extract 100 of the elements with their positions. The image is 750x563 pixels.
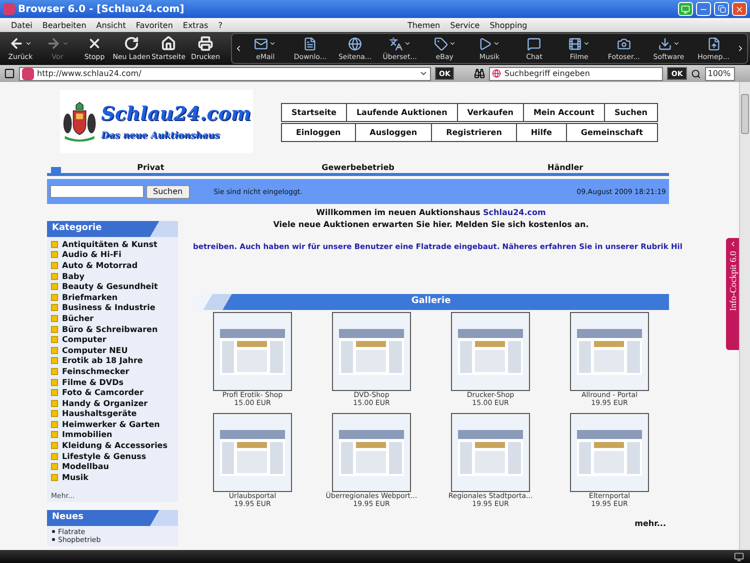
- thumbnail-frame[interactable]: [213, 413, 292, 492]
- thumbnail-frame[interactable]: [570, 413, 649, 492]
- category-link[interactable]: Audio & Hi-Fi: [51, 250, 174, 260]
- website-thumbnail[interactable]: [220, 328, 285, 374]
- search-field[interactable]: Suchbegriff eingeben: [489, 66, 664, 80]
- nav-link[interactable]: Hilfe: [516, 123, 567, 142]
- reload-icon: [124, 36, 139, 51]
- minimize-button[interactable]: [696, 2, 711, 16]
- nav-link[interactable]: Gemeinschaft: [566, 123, 658, 142]
- menu-item[interactable]: Extras: [178, 20, 214, 30]
- side-tab[interactable]: Info-Cockpit 6.0: [726, 238, 739, 350]
- thumbnail-frame[interactable]: [332, 413, 411, 492]
- category-link[interactable]: Computer NEU: [51, 344, 174, 356]
- nav-link[interactable]: Registrieren: [431, 123, 517, 142]
- section-link[interactable]: Gewerbebetrieb: [254, 163, 462, 173]
- thumbnail-frame[interactable]: [570, 312, 649, 391]
- caret-icon: [25, 40, 32, 47]
- website-thumbnail[interactable]: [458, 328, 523, 374]
- search-input[interactable]: Suchbegriff eingeben: [504, 69, 660, 78]
- category-link[interactable]: Musik: [51, 472, 174, 483]
- category-link[interactable]: Briefmarken: [51, 292, 174, 303]
- website-thumbnail[interactable]: [577, 430, 642, 476]
- menu-item[interactable]: Favoriten: [130, 20, 178, 30]
- section-link[interactable]: Privat: [47, 163, 254, 173]
- category-link[interactable]: Auto & Motorrad: [51, 260, 174, 271]
- document-icon: [303, 36, 318, 50]
- category-link[interactable]: Baby: [51, 270, 174, 282]
- category-link[interactable]: Heimwerker & Garten: [51, 419, 174, 430]
- site-icon: [22, 68, 34, 80]
- website-thumbnail[interactable]: [458, 430, 523, 476]
- monitor-button[interactable]: [678, 2, 693, 16]
- film-icon: [568, 36, 582, 50]
- category-link[interactable]: Antiquitäten & Kunst: [51, 239, 174, 250]
- translate-icon: [388, 36, 403, 50]
- site-link[interactable]: Schlau24.com: [483, 208, 546, 217]
- nav-link[interactable]: Einloggen: [281, 123, 356, 142]
- scroll-left-icon[interactable]: [234, 44, 243, 53]
- scrollbar[interactable]: [739, 82, 750, 550]
- document-upload-icon: [706, 36, 721, 50]
- category-link[interactable]: Filme & DVDs: [51, 376, 174, 388]
- search-icon[interactable]: [690, 68, 701, 78]
- forward-arrow-icon: [46, 36, 61, 51]
- category-link[interactable]: Feinschmecker: [51, 366, 174, 377]
- website-thumbnail[interactable]: [339, 328, 404, 374]
- restore-icon: [718, 5, 726, 13]
- address-field[interactable]: http://www.schlau24.com/: [19, 66, 431, 80]
- thumbnail-frame[interactable]: [213, 312, 292, 391]
- section-link[interactable]: Händler: [462, 163, 669, 173]
- printer-icon: [198, 36, 213, 51]
- nav-link[interactable]: Verkaufen: [456, 103, 524, 122]
- category-link[interactable]: Handy & Organizer: [51, 398, 174, 408]
- category-link[interactable]: Kleidung & Accessories: [51, 440, 174, 451]
- category-link[interactable]: Büro & Schreibwaren: [51, 324, 174, 334]
- close-button[interactable]: [732, 2, 747, 16]
- window-title: Browser 6.0 - [Schlau24.com]: [18, 4, 186, 14]
- menu-item[interactable]: Shopping: [484, 20, 532, 30]
- menu-item[interactable]: Themen: [402, 20, 446, 30]
- menu-item[interactable]: ?: [213, 20, 228, 30]
- close-icon: [735, 4, 744, 14]
- zoom-field[interactable]: 100%: [704, 66, 735, 80]
- category-link[interactable]: Erotik ab 18 Jahre: [51, 356, 174, 366]
- binoculars-icon[interactable]: [474, 68, 486, 79]
- category-link[interactable]: Haushaltsgeräte: [51, 408, 174, 420]
- search-button[interactable]: Suchen: [146, 184, 190, 198]
- site-logo[interactable]: Schlau24.com Das neue Auktionshaus: [60, 90, 253, 153]
- menu-item[interactable]: Service: [445, 20, 485, 30]
- camera-icon: [616, 36, 631, 50]
- thumbnail-frame[interactable]: [332, 312, 411, 391]
- thumbnail-frame[interactable]: [451, 413, 530, 492]
- website-thumbnail[interactable]: [339, 430, 404, 476]
- home-icon: [161, 36, 176, 51]
- more-link[interactable]: mehr...: [634, 519, 666, 528]
- website-thumbnail[interactable]: [220, 430, 285, 476]
- thumbnail-frame[interactable]: [451, 312, 530, 391]
- category-link[interactable]: Business & Industrie: [51, 302, 174, 314]
- nav-link[interactable]: Laufende Auktionen: [346, 103, 458, 122]
- menu-item[interactable]: Ansicht: [91, 20, 131, 30]
- nav-link[interactable]: Suchen: [604, 103, 658, 122]
- nav-link[interactable]: Ausloggen: [354, 123, 432, 142]
- caret-icon: [404, 40, 411, 47]
- url-input[interactable]: http://www.schlau24.com/: [37, 69, 416, 78]
- chat-icon: [527, 36, 542, 50]
- category-link[interactable]: Modellbau: [51, 461, 174, 472]
- category-link[interactable]: Immobilien: [51, 430, 174, 440]
- maximize-button[interactable]: [714, 2, 729, 16]
- news-header: Neues: [47, 510, 178, 526]
- category-link[interactable]: Foto & Camcorder: [51, 387, 174, 398]
- scroll-thumb[interactable]: [741, 94, 749, 134]
- search-input[interactable]: [50, 185, 144, 198]
- nav-link[interactable]: Startseite: [281, 103, 347, 122]
- menu-item[interactable]: Bearbeiten: [37, 20, 92, 30]
- caret-icon: [672, 40, 680, 47]
- gallery-header: Gallerie: [193, 294, 669, 310]
- website-thumbnail[interactable]: [577, 328, 642, 374]
- category-link[interactable]: Computer: [51, 334, 174, 345]
- menu-item[interactable]: Datei: [6, 20, 38, 30]
- category-link[interactable]: Bücher: [51, 313, 174, 324]
- category-link[interactable]: Lifestyle & Genuss: [51, 450, 174, 462]
- nav-link[interactable]: Mein Account: [522, 103, 605, 122]
- category-link[interactable]: Beauty & Gesundheit: [51, 281, 174, 292]
